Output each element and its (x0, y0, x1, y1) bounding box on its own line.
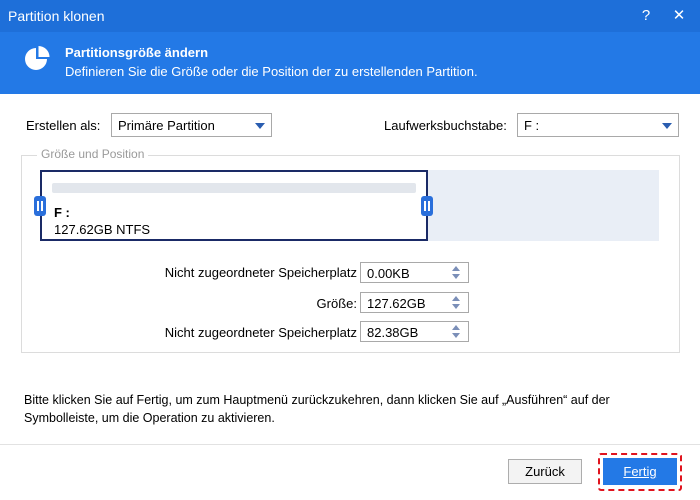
group-title: Größe und Position (37, 147, 149, 161)
drive-letter-label: Laufwerksbuchstabe: (384, 118, 507, 133)
spin-down-icon[interactable] (452, 274, 460, 279)
footer-divider (0, 444, 700, 445)
finish-button[interactable]: Fertig (603, 458, 677, 485)
size-value: 127.62GB (367, 296, 426, 311)
instruction-text: Bitte klicken Sie auf Fertig, um zum Hau… (24, 393, 610, 425)
left-resize-handle[interactable] (34, 196, 46, 216)
spin-up-icon[interactable] (452, 296, 460, 301)
spin-up-icon[interactable] (452, 325, 460, 330)
drive-letter-value: F : (524, 118, 540, 133)
chevron-down-icon (255, 123, 265, 129)
pie-chart-icon (25, 46, 50, 70)
right-resize-handle[interactable] (421, 196, 433, 216)
title-bar: Partition klonen ? ✕ (0, 0, 700, 32)
drive-letter-select[interactable]: F : (517, 113, 679, 137)
unallocated-before-label: Nicht zugeordneter Speicherplatz (164, 265, 357, 280)
unallocated-after-spinner[interactable]: 82.38GB (360, 321, 469, 342)
unallocated-before-value: 0.00KB (367, 266, 410, 281)
window-title: Partition klonen (8, 8, 105, 24)
unallocated-after-value: 82.38GB (367, 325, 419, 340)
help-icon[interactable]: ? (636, 7, 656, 24)
create-as-label: Erstellen als: (26, 118, 101, 133)
spin-down-icon[interactable] (452, 333, 460, 338)
close-icon[interactable]: ✕ (668, 6, 690, 24)
dialog-header: Partitionsgröße ändern Definieren Sie di… (0, 32, 700, 94)
back-button[interactable]: Zurück (508, 459, 582, 484)
unallocated-before-spinner[interactable]: 0.00KB (360, 262, 469, 283)
partition-usage-bar (52, 183, 416, 193)
spin-up-icon[interactable] (452, 266, 460, 271)
header-subtitle: Definieren Sie die Größe oder die Positi… (65, 64, 478, 79)
chevron-down-icon (662, 123, 672, 129)
size-label: Größe: (316, 296, 357, 311)
create-as-select[interactable]: Primäre Partition (111, 113, 272, 137)
spin-down-icon[interactable] (452, 304, 460, 309)
create-as-value: Primäre Partition (118, 118, 215, 133)
unallocated-after-label: Nicht zugeordneter Speicherplatz (164, 325, 357, 340)
partition-info: 127.62GB NTFS (54, 222, 151, 237)
size-spinner[interactable]: 127.62GB (360, 292, 469, 313)
partition-letter: F : (54, 205, 70, 220)
partition-block[interactable]: F : 127.62GB NTFS (40, 170, 428, 241)
header-title: Partitionsgröße ändern (65, 45, 209, 60)
